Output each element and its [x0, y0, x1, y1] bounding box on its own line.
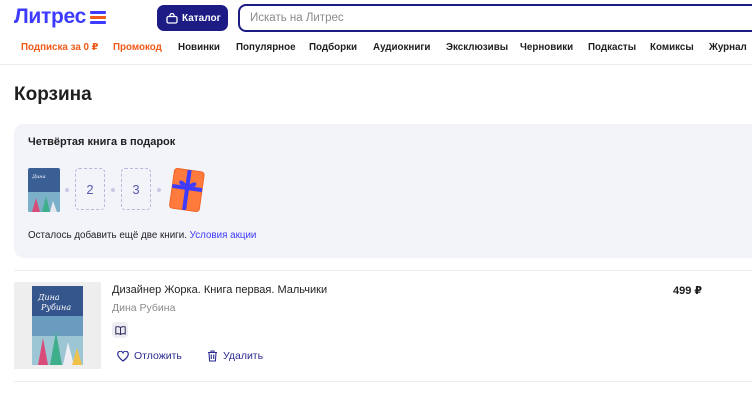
nav-item-popular[interactable]: Популярное — [236, 42, 296, 53]
book-cover-image: Дина Рубина — [32, 286, 83, 365]
svg-text:Дина: Дина — [31, 174, 46, 180]
cart-divider-bottom — [14, 381, 752, 382]
nav-item-journal[interactable]: Журнал — [709, 42, 747, 53]
promo-slot-book-cover: Дина — [28, 168, 60, 212]
slot-separator-dot — [65, 188, 69, 192]
delete-button[interactable]: Удалить — [207, 350, 263, 362]
promo-title: Четвёртая книга в подарок — [28, 136, 176, 148]
promo-slot-3: 3 — [121, 168, 151, 210]
nav-item-new[interactable]: Новинки — [178, 42, 220, 53]
logo-text: Литрес — [14, 5, 87, 28]
search-placeholder: Искать на Литрес — [250, 12, 344, 24]
slot-separator-dot — [111, 188, 115, 192]
page-title: Корзина — [14, 84, 92, 105]
cart-divider-top — [14, 270, 752, 271]
heart-icon — [117, 350, 129, 362]
nav-item-collections[interactable]: Подборки — [309, 42, 357, 53]
header-divider — [0, 64, 752, 65]
svg-text:Рубина: Рубина — [40, 303, 71, 312]
promo-slot-2: 2 — [75, 168, 105, 210]
nav-item-audiobooks[interactable]: Аудиокниги — [373, 42, 430, 53]
nav-item-exclusives[interactable]: Эксклюзивы — [446, 42, 508, 53]
trash-icon — [208, 350, 217, 362]
nav-item-comics[interactable]: Комиксы — [650, 42, 694, 53]
delete-label: Удалить — [223, 350, 264, 362]
nav-item-subscription[interactable]: Подписка за 0 ₽ — [21, 42, 98, 53]
cart-item-author[interactable]: Дина Рубина — [112, 302, 175, 314]
promo-conditions-link[interactable]: Условия акции — [190, 230, 257, 241]
catalog-button[interactable]: Каталог — [157, 5, 228, 31]
nav-item-drafts[interactable]: Черновики — [520, 42, 573, 53]
litres-logo[interactable]: Литрес — [14, 5, 107, 28]
gift-box-icon — [168, 164, 206, 214]
header: Литрес Каталог Искать на Литрес — [0, 0, 752, 36]
cart-item-title[interactable]: Дизайнер Жорка. Книга первая. Мальчики — [112, 284, 327, 296]
svg-text:Дина: Дина — [37, 293, 60, 302]
nav-item-podcasts[interactable]: Подкасты — [588, 42, 636, 53]
nav-item-promocode[interactable]: Промокод — [113, 42, 162, 53]
promo-note-text: Осталось добавить ещё две книги. — [28, 230, 187, 241]
cart-item-cover[interactable]: Дина Рубина — [14, 282, 101, 369]
book-icon — [112, 322, 128, 338]
bag-icon — [166, 12, 178, 24]
search-input[interactable]: Искать на Литрес — [238, 4, 752, 32]
slot-separator-dot — [157, 188, 161, 192]
postpone-label: Отложить — [134, 350, 182, 362]
postpone-button[interactable]: Отложить — [117, 350, 182, 362]
promo-note: Осталось добавить ещё две книги. Условия… — [28, 230, 256, 241]
catalog-label: Каталог — [182, 12, 221, 24]
cart-item-price: 499 ₽ — [673, 285, 703, 297]
promo-banner: Четвёртая книга в подарок Дина 2 3 Остал… — [14, 124, 752, 258]
logo-mark-icon — [90, 10, 107, 24]
